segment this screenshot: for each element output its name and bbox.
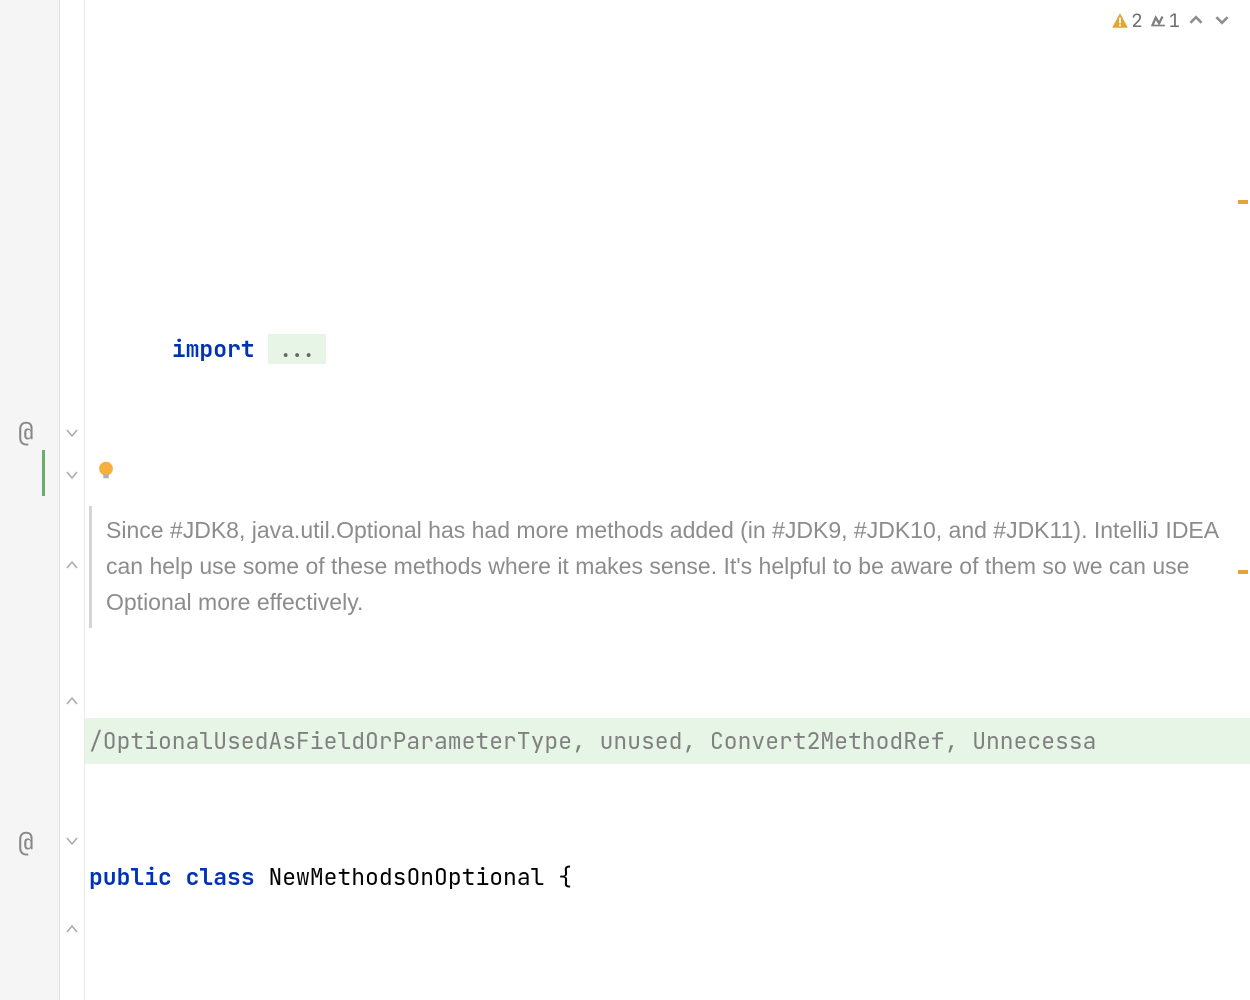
class-declaration[interactable]: public class NewMethodsOnOptional {	[85, 854, 1250, 900]
fold-collapse-icon[interactable]	[65, 468, 79, 482]
code-text-area[interactable]: + import ... Since #JDK8, java.util.Opti…	[85, 0, 1250, 1000]
fold-expand-icon[interactable]	[65, 558, 79, 572]
warning-stripe-marker[interactable]	[1238, 570, 1248, 574]
override-icon[interactable]: @	[18, 824, 34, 859]
fold-gutter[interactable]	[60, 0, 85, 1000]
import-folded[interactable]: ...	[268, 334, 325, 364]
editor: @ @ + import ... Since #JDK8, java.util.…	[0, 0, 1250, 1000]
fold-collapse-icon[interactable]	[65, 834, 79, 848]
line-number-gutter[interactable]: @ @	[0, 0, 60, 1000]
inspection-summary[interactable]: 2 1	[1111, 8, 1232, 33]
import-line[interactable]: + import ...	[85, 234, 1250, 280]
vcs-change-marker[interactable]	[42, 450, 45, 496]
error-stripe[interactable]	[1236, 40, 1250, 980]
code-line[interactable]	[85, 90, 1250, 144]
warning-count: 2	[1131, 8, 1142, 33]
fold-collapse-icon[interactable]	[65, 426, 79, 440]
suppress-warnings-line[interactable]: /OptionalUsedAsFieldOrParameterType, unu…	[85, 718, 1250, 764]
prev-highlight-icon[interactable]	[1186, 8, 1206, 33]
weak-warning-count: 1	[1169, 8, 1180, 33]
fold-expand-icon[interactable]	[65, 694, 79, 708]
override-icon[interactable]: @	[18, 414, 34, 449]
warning-badge[interactable]: 2	[1111, 8, 1142, 33]
comment-line[interactable]: // #ModernJava #JDK11	[85, 990, 1250, 1000]
next-highlight-icon[interactable]	[1212, 8, 1232, 33]
class-javadoc[interactable]: Since #JDK8, java.util.Optional has had …	[89, 506, 1250, 628]
warning-stripe-marker[interactable]	[1238, 200, 1248, 204]
weak-warning-icon	[1149, 12, 1167, 30]
blank-line[interactable]	[85, 370, 1250, 416]
intention-bulb-icon[interactable]	[95, 458, 117, 488]
keyword-import: import	[172, 334, 255, 364]
warning-triangle-icon	[1111, 12, 1129, 30]
weak-warning-badge[interactable]: 1	[1149, 8, 1180, 33]
fold-expand-icon[interactable]	[65, 922, 79, 936]
